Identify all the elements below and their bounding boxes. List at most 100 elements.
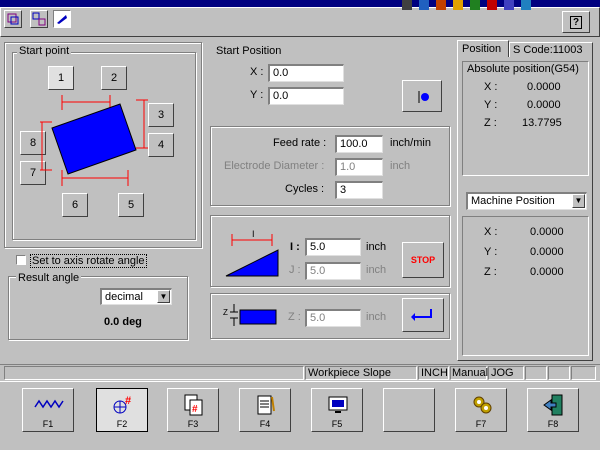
svg-text:#: # [125,395,131,407]
mach-z-label: Z : [484,266,497,278]
f4-label: F4 [259,419,271,429]
wave-icon [34,399,64,409]
rotated-workpiece-diagram [40,95,148,186]
start-x-label: X : [250,66,264,78]
machine-position-dropdown-button[interactable]: ▼ [572,194,585,208]
abs-z-value: 13.7795 [522,117,562,129]
gears-icon [473,396,492,414]
record-dot-icon [418,91,429,103]
f4-button[interactable]: F4 [239,388,291,432]
axis-rotate-label[interactable]: Set to axis rotate angle [30,254,147,268]
f7-button[interactable]: F7 [455,388,507,432]
mach-y-label: Y : [484,246,498,258]
z-label: Z : [288,311,301,323]
electrode-diameter-label: Electrode Diameter : [224,160,325,172]
notepad-icon [257,395,275,415]
feed-rate-label: Feed rate : [273,137,327,149]
f8-label: F8 [547,419,559,429]
abs-y-label: Y : [484,99,498,111]
absolute-position-title: Absolute position(G54) [467,63,579,75]
start-point-3[interactable]: 3 [148,103,174,127]
feed-rate-unit: inch/min [390,137,431,149]
slope-i-label: I : [290,241,300,253]
f2-label: F2 [116,419,128,429]
tab-s-code-label: S Code:11003 [513,44,583,56]
result-angle-value: 0.0 deg [104,316,142,328]
mode-button-slope[interactable] [53,10,71,28]
tray-icons [402,0,552,10]
start-point-2[interactable]: 2 [101,66,127,90]
mode-button-align[interactable] [30,10,48,28]
record-position-button[interactable] [402,80,442,112]
stop-button[interactable]: STOP [402,242,444,278]
f7-label: F7 [475,419,487,429]
mach-y-value: 0.0000 [530,246,564,258]
slope-diagram-label: I [252,229,255,239]
mach-x-label: X : [484,226,498,238]
start-point-1[interactable]: 1 [48,66,74,90]
chevron-down-icon: ▼ [574,196,583,205]
z-unit: inch [366,311,387,323]
monitor-icon [328,396,348,413]
slope-i-unit: inch [366,241,387,253]
tab-s-code[interactable]: S Code:11003 [509,42,593,58]
z-diagram [230,304,277,326]
start-x-field[interactable]: 0.0 [268,64,344,82]
chevron-down-icon: ▼ [159,292,168,301]
status-cell-blank-3 [548,366,570,380]
f5-button[interactable]: F5 [311,388,363,432]
z-diagram-label: Z [223,308,228,317]
start-point-4[interactable]: 4 [148,133,174,157]
feed-rate-field[interactable]: 100.0 [335,135,383,153]
start-position-title: Start Position [216,45,282,57]
angle-format-dropdown-button[interactable]: ▼ [157,290,170,303]
electrode-diameter-field: 1.0 [335,158,383,176]
start-y-field[interactable]: 0.0 [268,87,344,105]
pages-hash-icon: # [184,394,203,416]
slope-i-field[interactable]: 5.0 [305,238,361,256]
f6-button[interactable] [383,388,435,432]
start-point-6[interactable]: 6 [62,193,88,217]
status-jog: JOG [488,366,524,380]
status-unit: INCH [418,366,449,380]
abs-z-label: Z : [484,117,497,129]
f1-label: F1 [42,419,54,429]
exit-door-icon [543,394,563,416]
enter-button[interactable] [402,298,444,332]
slope-j-unit: inch [366,264,387,276]
machine-position-box [462,216,589,356]
status-cell-blank-2 [525,366,547,380]
tab-position[interactable]: Position [457,40,509,58]
help-label: ? [569,16,583,29]
status-cell-blank-4 [571,366,596,380]
toolbar [0,7,600,37]
start-point-title: Start point [17,45,72,57]
status-mode: Workpiece Slope [305,366,417,380]
mach-z-value: 0.0000 [530,266,564,278]
abs-x-label: X : [484,81,498,93]
result-angle-group [8,276,188,340]
help-button[interactable]: ? [562,11,590,33]
f2-button[interactable]: # F2 [96,388,148,432]
status-op: Manual [450,366,489,380]
f3-button[interactable]: # F3 [167,388,219,432]
start-point-5[interactable]: 5 [118,193,144,217]
cycles-field[interactable]: 3 [335,181,383,199]
enter-icon [411,309,432,321]
mode-button-rotate[interactable] [4,10,22,28]
f1-button[interactable]: F1 [22,388,74,432]
machine-position-select[interactable]: Machine Position [466,192,587,210]
cycles-label: Cycles : [285,183,325,195]
tab-position-label: Position [462,43,502,55]
axis-rotate-checkbox[interactable] [16,255,26,265]
z-field: 5.0 [305,309,361,327]
svg-text:#: # [192,404,198,415]
target-hash-icon: # [113,395,131,414]
f5-label: F5 [331,419,343,429]
machine-position-value: Machine Position [471,195,555,207]
result-angle-title: Result angle [16,272,82,284]
slope-j-label: J : [289,264,301,276]
slope-icon [57,15,67,24]
f8-button[interactable]: F8 [527,388,579,432]
mach-x-value: 0.0000 [530,226,564,238]
